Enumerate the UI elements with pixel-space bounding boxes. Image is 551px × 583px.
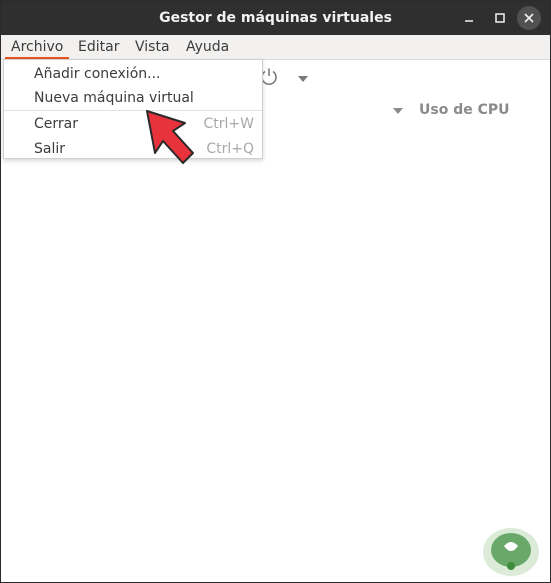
column-chevron-down-icon[interactable] [392, 107, 404, 115]
menu-item-label: Cerrar [34, 116, 78, 132]
chevron-down-icon[interactable] [297, 75, 309, 83]
archivo-dropdown-menu: Añadir conexión... Nueva máquina virtual… [3, 59, 263, 159]
red-arrow-pointer-icon [146, 110, 194, 164]
menu-item-close[interactable]: Cerrar Ctrl+W [4, 112, 262, 136]
minimize-icon [465, 20, 473, 22]
column-header-cpu[interactable]: Uso de CPU [419, 100, 510, 120]
menu-bar: Archivo Editar Vista Ayuda [1, 35, 550, 60]
virt-manager-window: Gestor de máquinas virtuales Archivo Edi… [0, 0, 551, 583]
close-icon [524, 13, 534, 23]
menu-item-new-vm[interactable]: Nueva máquina virtual [4, 86, 262, 110]
maximize-icon [495, 13, 505, 23]
menu-item-quit[interactable]: Salir Ctrl+Q [4, 137, 262, 161]
menu-separator [4, 110, 262, 111]
menu-editar[interactable]: Editar [72, 35, 125, 59]
menu-item-label: Añadir conexión... [34, 66, 161, 82]
close-button[interactable] [517, 6, 541, 30]
menu-item-label: Salir [34, 141, 66, 157]
menu-item-shortcut: Ctrl+W [203, 116, 254, 132]
menu-archivo[interactable]: Archivo [5, 35, 70, 59]
menu-item-add-connection[interactable]: Añadir conexión... [4, 62, 262, 86]
menu-ayuda[interactable]: Ayuda [180, 35, 235, 59]
watermark-logo-icon [483, 528, 539, 576]
maximize-button[interactable] [488, 6, 512, 30]
title-bar[interactable]: Gestor de máquinas virtuales [1, 1, 550, 35]
menu-vista[interactable]: Vista [129, 35, 176, 59]
menu-item-shortcut: Ctrl+Q [206, 141, 254, 157]
minimize-button[interactable] [457, 6, 481, 30]
